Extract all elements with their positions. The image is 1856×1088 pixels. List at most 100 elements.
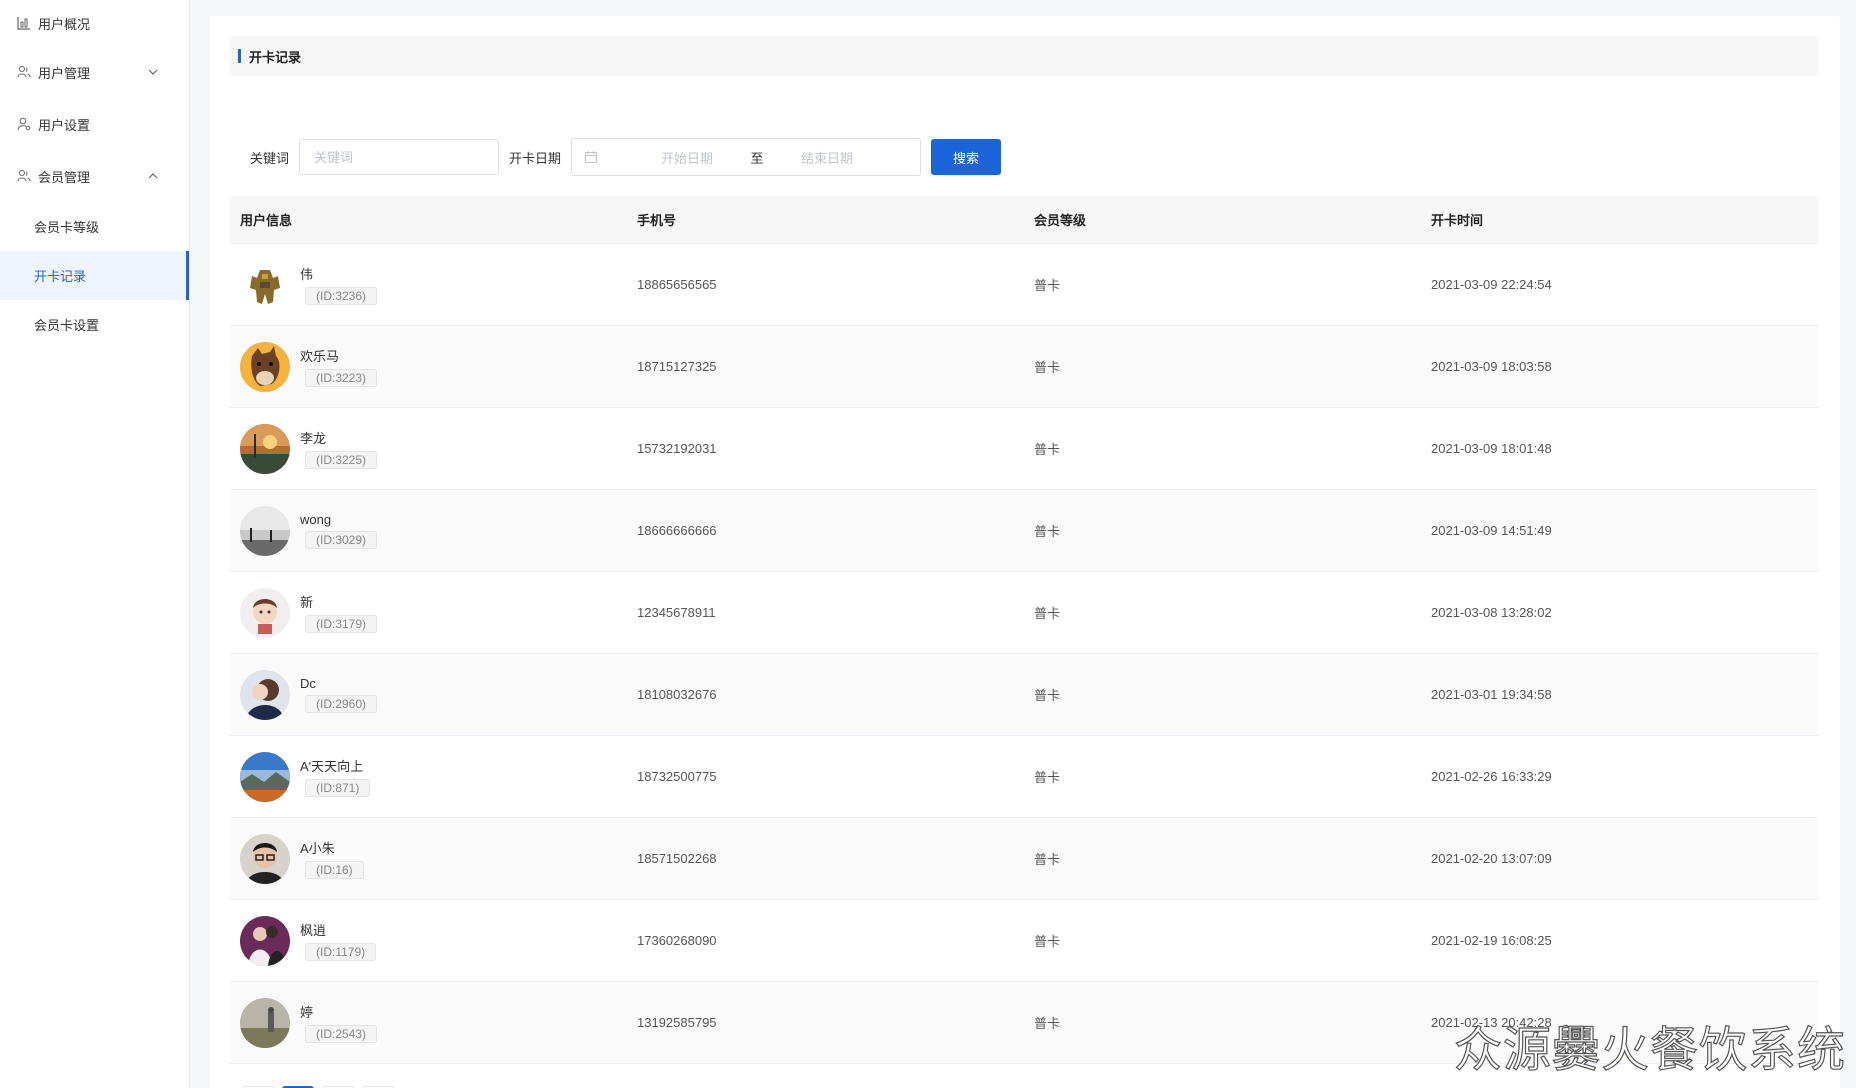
main-panel: 开卡记录 关键词 开卡日期 开始日期 至 结束日期 搜索 用户信息 手机号 会员… (210, 16, 1840, 1088)
level-cell: 普卡 (1034, 852, 1061, 867)
user-id-badge: (ID:3225) (305, 451, 378, 469)
user-info: 婷 (ID:2543) (300, 1002, 378, 1043)
user-name: 新 (300, 595, 314, 610)
user-info-cell: A小朱 (ID:16) (230, 833, 627, 884)
user-info-cell: 伟 (ID:3236) (230, 259, 627, 310)
user-info-cell: Dc (ID:2960) (230, 669, 627, 720)
user-name: 婷 (300, 1005, 314, 1020)
watermark-text: 众源爨火餐饮系统 (1453, 1021, 1846, 1078)
keyword-input[interactable] (299, 139, 500, 175)
header-phone: 手机号 (637, 213, 677, 228)
phone-cell: 18108032676 (637, 687, 717, 702)
table-row: 新 (ID:3179) 12345678911 普卡 2021-03-08 13:28:… (230, 572, 1818, 654)
level-cell: 普卡 (1034, 688, 1061, 703)
subnav-card-settings[interactable]: 会员卡设置 (0, 300, 189, 349)
table-row: 伟 (ID:3236) 18865656565 普卡 2021-03-09 22:24:… (230, 244, 1818, 326)
members-icon (16, 168, 32, 184)
level-cell: 普卡 (1034, 278, 1061, 293)
user-id-badge: (ID:2543) (305, 1025, 378, 1043)
user-id-badge: (ID:871) (305, 779, 371, 797)
subnav-card-records[interactable]: 开卡记录 (0, 251, 189, 300)
avatar (240, 423, 290, 474)
nav-label: 用户设置 (38, 117, 91, 133)
subnav-label: 会员卡设置 (34, 318, 100, 333)
time-cell: 2021-02-20 13:07:09 (1431, 851, 1552, 866)
nav-label: 会员管理 (38, 169, 91, 185)
user-info: Dc (ID:2960) (300, 676, 378, 713)
level-cell: 普卡 (1034, 934, 1061, 949)
time-cell: 2021-02-26 16:33:29 (1431, 769, 1552, 784)
table-row: 李龙 (ID:3225) 15732192031 普卡 2021-03-09 18:01… (230, 408, 1818, 490)
level-cell: 普卡 (1034, 1016, 1061, 1031)
user-id-badge: (ID:3236) (305, 287, 378, 305)
bar-chart-icon (16, 15, 32, 31)
search-button[interactable]: 搜索 (931, 139, 1002, 175)
table-row: Dc (ID:2960) 18108032676 普卡 2021-03-01 19:34… (230, 654, 1818, 736)
user-name: 伟 (300, 267, 314, 282)
user-name: wong (300, 512, 332, 527)
user-id-badge: (ID:1179) (305, 943, 377, 961)
keyword-label: 关键词 (250, 150, 290, 166)
date-range-separator: 至 (750, 150, 764, 166)
header-time: 开卡时间 (1431, 213, 1484, 228)
user-info-cell: 婷 (ID:2543) (230, 997, 627, 1048)
chevron-down-icon (148, 69, 158, 75)
time-cell: 2021-03-09 14:51:49 (1431, 523, 1552, 538)
nav-member-management[interactable]: 会员管理 (0, 150, 189, 202)
user-info-cell: 新 (ID:3179) (230, 587, 627, 638)
user-info: 李龙 (ID:3225) (300, 428, 378, 469)
nav-user-management[interactable]: 用户管理 (0, 46, 189, 98)
phone-cell: 13192585795 (637, 1015, 717, 1030)
user-info-cell: A'天天向上 (ID:871) (230, 751, 627, 802)
phone-cell: 18865656565 (637, 277, 717, 292)
nav-label: 用户管理 (38, 65, 91, 81)
user-info-cell: 欢乐马 (ID:3223) (230, 341, 627, 392)
time-cell: 2021-03-09 18:03:58 (1431, 359, 1552, 374)
calendar-icon (585, 151, 598, 163)
start-date-input[interactable]: 开始日期 (632, 148, 742, 167)
phone-cell: 18715127325 (637, 359, 717, 374)
time-cell: 2021-03-01 19:34:58 (1431, 687, 1552, 702)
time-cell: 2021-02-19 16:08:25 (1431, 933, 1552, 948)
table-header: 用户信息 手机号 会员等级 开卡时间 (230, 196, 1818, 244)
user-id-badge: (ID:2960) (305, 695, 378, 713)
time-cell: 2021-03-09 18:01:48 (1431, 441, 1552, 456)
user-info: A'天天向上 (ID:871) (300, 756, 371, 797)
table-row: 欢乐马 (ID:3223) 18715127325 普卡 2021-03-09 18:0… (230, 326, 1818, 408)
avatar (240, 915, 290, 966)
sidebar: 用户概况 用户管理 用户设置 会员管理 会员卡等级 开卡记录 会员卡设置 (0, 0, 190, 1088)
phone-cell: 18732500775 (637, 769, 717, 784)
nav-user-overview[interactable]: 用户概况 (0, 0, 189, 46)
title-accent-bar (238, 49, 241, 63)
date-range-picker[interactable]: 开始日期 至 结束日期 (571, 138, 922, 176)
avatar (240, 259, 290, 310)
end-date-input[interactable]: 结束日期 (772, 148, 882, 167)
user-settings-icon (16, 116, 32, 132)
time-cell: 2021-03-09 22:24:54 (1431, 277, 1552, 292)
user-id-badge: (ID:3179) (305, 615, 378, 633)
date-label: 开卡日期 (509, 150, 562, 166)
user-info: 欢乐马 (ID:3223) (300, 346, 378, 387)
phone-cell: 15732192031 (637, 441, 717, 456)
time-cell: 2021-03-08 13:28:02 (1431, 605, 1552, 620)
nav-label: 用户概况 (38, 16, 91, 32)
table-row: A'天天向上 (ID:871) 18732500775 普卡 2021-02-26 16… (230, 736, 1818, 818)
avatar (240, 751, 290, 802)
level-cell: 普卡 (1034, 442, 1061, 457)
user-info: 伟 (ID:3236) (300, 264, 378, 305)
subnav-label: 会员卡等级 (34, 220, 100, 235)
user-info: A小朱 (ID:16) (300, 838, 364, 879)
card-records-table: 用户信息 手机号 会员等级 开卡时间 伟 (ID:3236) 18865656565… (230, 196, 1818, 1064)
user-id-badge: (ID:16) (305, 861, 364, 879)
user-id-badge: (ID:3223) (305, 369, 378, 387)
table-row: wong (ID:3029) 18666666666 普卡 2021-03-09 14:… (230, 490, 1818, 572)
level-cell: 普卡 (1034, 606, 1061, 621)
user-name: 欢乐马 (300, 349, 340, 364)
user-info: wong (ID:3029) (300, 512, 378, 549)
avatar (240, 997, 290, 1048)
header-user-info: 用户信息 (240, 213, 293, 228)
user-id-badge: (ID:3029) (305, 531, 378, 549)
nav-user-settings[interactable]: 用户设置 (0, 98, 189, 150)
page-title-bar: 开卡记录 (230, 36, 1818, 76)
subnav-card-level[interactable]: 会员卡等级 (0, 202, 189, 251)
